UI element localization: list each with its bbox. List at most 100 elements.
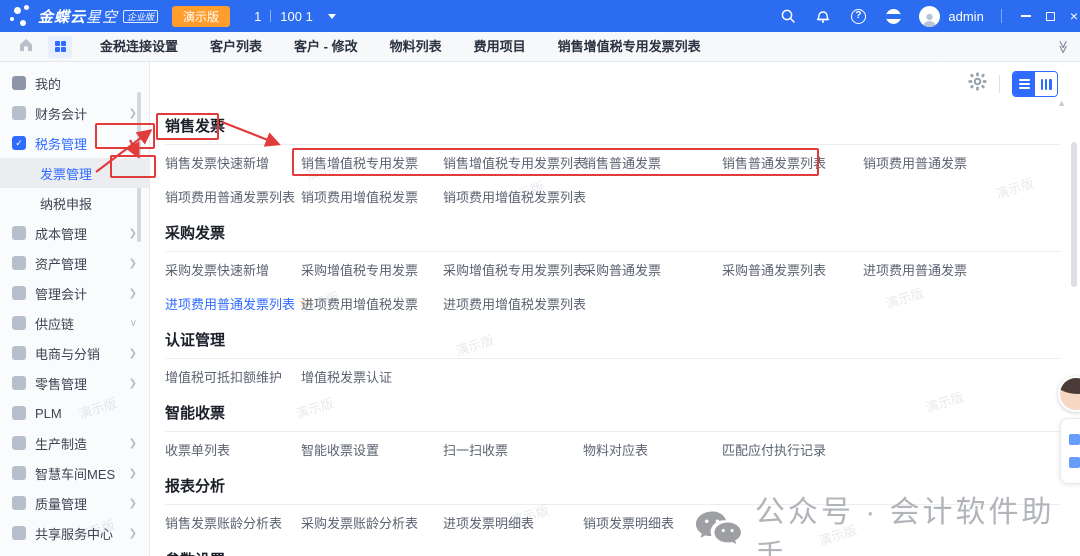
menu-item[interactable]: 销项费用普通发票 <box>863 145 1060 179</box>
tab-3[interactable]: 客户 - 修改 <box>278 32 374 62</box>
menu-item[interactable]: 销售普通发票列表 <box>722 145 863 179</box>
menu-item[interactable]: 增值税可抵扣额维护 <box>165 359 301 393</box>
menu-item-label: 智能收票设置 <box>301 440 379 459</box>
sidebar-item-invoice-mgmt[interactable]: 发票管理 <box>0 158 149 188</box>
chevron-right-icon: ❯ <box>129 258 137 269</box>
app-grid-icon[interactable] <box>48 36 72 58</box>
menu-item[interactable]: 匹配应付执行记录 <box>722 432 863 466</box>
mes-icon <box>12 466 26 480</box>
sidebar-item-manufacturing[interactable]: 生产制造❯ <box>0 428 149 458</box>
help-icon[interactable]: ? <box>849 7 867 25</box>
menu-item-label: 销售增值税专用发票 <box>301 153 418 172</box>
window-close-button[interactable]: × <box>1070 11 1078 21</box>
sidebar-item-asset[interactable]: 资产管理❯ <box>0 248 149 278</box>
tab-6[interactable]: 销售增值税专用发票列表 <box>542 32 717 62</box>
menu-item[interactable]: 销售发票快速新增 <box>165 145 301 179</box>
menu-item[interactable]: 销项费用增值税发票列表 <box>443 179 583 213</box>
sidebar-item-shared-service[interactable]: 共享服务中心❯ <box>0 518 149 548</box>
list-view-icon[interactable] <box>1013 72 1035 96</box>
menu-item-label: 匹配应付执行记录 <box>722 440 826 459</box>
menu-item-label: 采购增值税专用发票 <box>301 260 418 279</box>
user-avatar[interactable] <box>919 6 940 27</box>
sidebar-item-quality[interactable]: 质量管理❯ <box>0 488 149 518</box>
menu-item[interactable]: 智能收票设置 <box>301 432 443 466</box>
menu-item[interactable]: 销项发票明细表 <box>583 505 722 539</box>
chevron-right-icon: ❯ <box>129 378 137 389</box>
tab-2[interactable]: 客户列表 <box>194 32 278 62</box>
section-title: 认证管理 <box>165 330 1060 352</box>
home-icon[interactable] <box>18 37 34 57</box>
sidebar-item-mgmt-accounting[interactable]: 管理会计❯ <box>0 278 149 308</box>
chevron-right-icon: ❯ <box>129 288 137 299</box>
tab-5[interactable]: 费用项目 <box>458 32 542 62</box>
workspace-right-value: 100 1 <box>280 9 313 24</box>
retail-icon <box>12 376 26 390</box>
sidebar-item-cost[interactable]: 成本管理❯ <box>0 218 149 248</box>
menu-item-label: 采购普通发票列表 <box>722 260 826 279</box>
collapse-tabs-icon[interactable]: ≫ <box>1055 40 1071 54</box>
sidebar-item-finance[interactable]: 财务会计❯ <box>0 98 149 128</box>
menu-item-label: 销项费用增值税发票列表 <box>443 187 586 206</box>
menu-item[interactable]: 进项费用普通发票列表☆ <box>165 286 301 320</box>
sidebar-item-tax-filing[interactable]: 纳税申报 <box>0 188 149 218</box>
settings-gear-icon[interactable] <box>968 72 987 96</box>
menu-item[interactable]: 采购发票账龄分析表 <box>301 505 443 539</box>
chevron-right-icon: ❯ <box>129 438 137 449</box>
ecommerce-icon <box>12 346 26 360</box>
menu-item[interactable]: 销项费用普通发票列表 <box>165 179 301 213</box>
sidebar-item-label: 财务会计 <box>35 104 87 123</box>
menu-item-label: 扫一扫收票 <box>443 440 508 459</box>
finance-icon <box>12 106 26 120</box>
tab-4[interactable]: 物料列表 <box>374 32 458 62</box>
assistant-avatar[interactable] <box>1058 376 1080 412</box>
assistant-panel-icon-2[interactable] <box>1069 457 1080 468</box>
section-4: 智能收票收票单列表智能收票设置扫一扫收票物料对应表匹配应付执行记录 <box>165 393 1060 466</box>
menu-item[interactable]: 销售增值税专用发票列表 <box>443 145 583 179</box>
sidebar-item-mes[interactable]: 智慧车间MES❯ <box>0 458 149 488</box>
menu-item[interactable]: 增值税发票认证 <box>301 359 443 393</box>
notification-bell-icon[interactable] <box>814 7 832 25</box>
menu-item[interactable]: 销项费用增值税发票 <box>301 179 443 213</box>
management-accounting-icon <box>12 286 26 300</box>
main-scrollbar[interactable] <box>1071 142 1077 287</box>
menu-item[interactable]: 收票单列表 <box>165 432 301 466</box>
assistant-panel-icon-1[interactable] <box>1069 434 1080 445</box>
sidebar-item-tax[interactable]: ✓税务管理∨ <box>0 128 149 158</box>
app-title-main: 金蝶云 <box>38 9 86 26</box>
menu-item[interactable]: 采购发票快速新增 <box>165 252 301 286</box>
menu-item[interactable]: 进项费用增值税发票 <box>301 286 443 320</box>
menu-item[interactable]: 采购增值税专用发票列表 <box>443 252 583 286</box>
menu-item[interactable]: 进项费用增值税发票列表 <box>443 286 583 320</box>
sidebar-item-supply-chain[interactable]: 供应链∨ <box>0 308 149 338</box>
search-icon[interactable] <box>779 7 797 25</box>
column-view-icon[interactable] <box>1035 72 1057 96</box>
menu-item[interactable]: 销售发票账龄分析表 <box>165 505 301 539</box>
menu-item[interactable]: 物料对应表 <box>583 432 722 466</box>
chevron-right-icon: ❯ <box>129 468 137 479</box>
window-maximize-button[interactable] <box>1046 12 1055 21</box>
menu-item[interactable]: 进项费用普通发票 <box>863 252 1060 286</box>
assistant-panel[interactable] <box>1060 418 1080 484</box>
edition-badge: 企业版 <box>123 10 158 23</box>
menu-item[interactable]: 销售普通发票 <box>583 145 722 179</box>
menu-item[interactable]: 销售增值税专用发票 <box>301 145 443 179</box>
menu-item[interactable]: 采购普通发票列表 <box>722 252 863 286</box>
menu-item[interactable]: 扫一扫收票 <box>443 432 583 466</box>
sidebar-item-ecommerce[interactable]: 电商与分销❯ <box>0 338 149 368</box>
menu-item-label: 增值税发票认证 <box>301 367 392 386</box>
menu-item-label: 销项费用普通发票 <box>863 153 967 172</box>
scroll-up-caret-icon[interactable]: ▲ <box>1057 98 1066 108</box>
sidebar-item-label: 发票管理 <box>40 164 92 183</box>
menu-row: 销项费用普通发票列表销项费用增值税发票销项费用增值税发票列表 <box>165 179 1060 213</box>
workspace-switcher[interactable]: 1 100 1 <box>254 9 336 24</box>
window-minimize-button[interactable] <box>1021 15 1031 17</box>
theme-icon[interactable] <box>884 7 902 25</box>
menu-item-label: 销售发票快速新增 <box>165 153 269 172</box>
sidebar-item-my[interactable]: 我的 <box>0 68 149 98</box>
sidebar-item-retail[interactable]: 零售管理❯ <box>0 368 149 398</box>
menu-item[interactable]: 进项发票明细表 <box>443 505 583 539</box>
menu-item[interactable]: 采购普通发票 <box>583 252 722 286</box>
tab-1[interactable]: 金税连接设置 <box>84 32 194 62</box>
menu-item[interactable]: 采购增值税专用发票 <box>301 252 443 286</box>
sidebar-item-plm[interactable]: PLM <box>0 398 149 428</box>
